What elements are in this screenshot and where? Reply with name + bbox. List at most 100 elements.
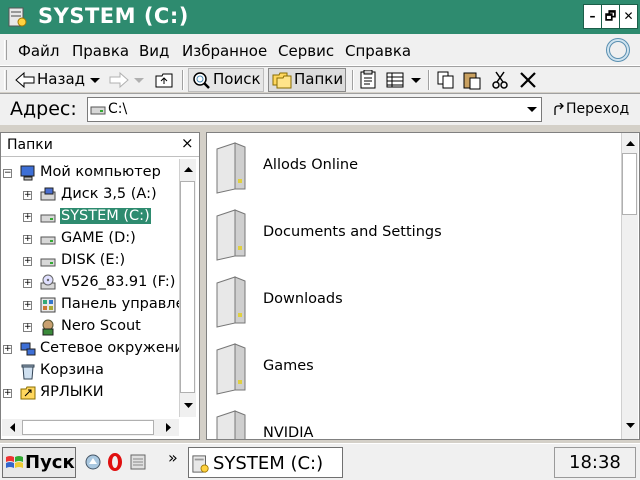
tree-expand-toggle[interactable]: + [23, 235, 32, 244]
back-arrow-icon[interactable] [14, 70, 36, 90]
file-list-vertical-scrollbar[interactable] [621, 133, 638, 439]
tree-item-recycle-bin[interactable]: Корзина [3, 361, 179, 381]
delete-icon[interactable] [518, 70, 538, 90]
scroll-down-arrow-icon[interactable] [622, 417, 639, 434]
taskbar-window-title: SYSTEM (C:) [213, 453, 324, 474]
back-dropdown-icon[interactable] [88, 70, 102, 90]
tree-item-network[interactable]: + Сетевое окружени [3, 339, 184, 359]
window-title: SYSTEM (C:) [38, 4, 189, 28]
tree-item-shortcuts[interactable]: + ЯРЛЫКИ [3, 383, 179, 403]
tree-item-floppy-a[interactable]: + Диск 3,5 (A:) [23, 185, 179, 205]
views-icon[interactable] [386, 70, 410, 90]
scroll-up-arrow-icon[interactable] [622, 135, 639, 152]
folder-item-nvidia[interactable]: NVIDIA [213, 407, 613, 439]
paste-icon[interactable] [462, 70, 482, 90]
up-folder-icon[interactable] [154, 70, 174, 90]
address-value: C:\ [108, 101, 128, 117]
tree-item-control-panel[interactable]: + Панель управле [23, 295, 185, 315]
taskbar: Пуск » SYSTEM (C:) 18:38 [0, 443, 640, 480]
file-list-pane: Allods Online Documents and Settings Dow… [206, 132, 640, 440]
windows-throbber-icon [606, 38, 630, 62]
back-button[interactable]: Назад [37, 70, 85, 88]
folders-label: Папки [294, 70, 344, 88]
tree-collapse-toggle[interactable]: − [3, 169, 12, 178]
scroll-up-arrow-icon[interactable] [180, 161, 197, 178]
menubar-grip[interactable] [4, 40, 7, 60]
menu-edit[interactable]: Правка [72, 42, 129, 60]
hard-drive-icon [40, 258, 56, 267]
toolbar-separator [182, 70, 184, 90]
tree-item-label: Диск 3,5 (A:) [61, 186, 157, 202]
menu-view[interactable]: Вид [139, 42, 169, 60]
tree-expand-toggle[interactable]: + [3, 389, 12, 398]
folder-name: NVIDIA [263, 425, 314, 439]
scrollbar-thumb[interactable] [622, 153, 637, 215]
tree-item-label: Сетевое окружени [40, 340, 184, 356]
menu-help[interactable]: Справка [345, 42, 411, 60]
tree-expand-toggle[interactable]: + [23, 301, 32, 310]
tree-item-system-c[interactable]: + SYSTEM (C:) [23, 207, 179, 227]
start-button[interactable]: Пуск [2, 447, 76, 478]
forward-dropdown-icon[interactable] [132, 70, 146, 90]
tree-item-label: V526_83.91 (F:) [61, 274, 176, 290]
restore-button[interactable]: 🗗 [601, 4, 620, 29]
address-input[interactable]: C:\ [87, 97, 542, 122]
properties-icon[interactable] [358, 70, 378, 90]
menu-file[interactable]: Файл [18, 42, 59, 60]
menu-favorites[interactable]: Избранное [182, 42, 267, 60]
standard-toolbar: Назад Поиск Папки [0, 66, 640, 92]
folders-pane-header: Папки × [1, 133, 199, 157]
menu-tools[interactable]: Сервис [278, 42, 334, 60]
floppy-drive-icon [40, 187, 56, 201]
tree-expand-toggle[interactable]: + [23, 323, 32, 332]
tree-item-nero-scout[interactable]: + Nero Scout [23, 317, 179, 337]
system-clock[interactable]: 18:38 [554, 447, 636, 478]
tree-expand-toggle[interactable]: + [23, 213, 32, 222]
scroll-down-arrow-icon[interactable] [180, 397, 197, 414]
tree-item-disk-e[interactable]: + DISK (E:) [23, 251, 179, 271]
taskbar-window-button[interactable]: SYSTEM (C:) [188, 447, 343, 478]
folders-horizontal-scrollbar[interactable] [2, 419, 179, 436]
folder-item-documents-and-settings[interactable]: Documents and Settings [213, 206, 613, 266]
tree-item-label: DISK (E:) [61, 252, 126, 268]
folder-item-downloads[interactable]: Downloads [213, 273, 613, 333]
folder-icon [216, 410, 246, 439]
tree-expand-toggle[interactable]: + [23, 279, 32, 288]
tree-expand-toggle[interactable]: + [23, 257, 32, 266]
tree-expand-toggle[interactable]: + [3, 345, 12, 354]
tree-expand-toggle[interactable]: + [23, 191, 32, 200]
quicklaunch-show-desktop-icon[interactable] [84, 453, 102, 471]
folders-pane-close-button[interactable]: × [181, 134, 194, 152]
search-button[interactable]: Поиск [188, 68, 264, 92]
scrollbar-thumb[interactable] [22, 420, 154, 435]
title-bar[interactable]: SYSTEM (C:) – 🗗 ✕ [0, 0, 640, 34]
quicklaunch-app-icon[interactable] [130, 454, 146, 470]
minimize-button[interactable]: – [583, 4, 602, 29]
control-panel-icon [40, 297, 56, 313]
my-computer-icon [20, 165, 35, 181]
tree-item-cd-f[interactable]: + V526_83.91 (F:) [23, 273, 179, 293]
go-button[interactable]: Переход [566, 101, 629, 117]
cut-icon[interactable] [490, 70, 510, 90]
folders-button[interactable]: Папки [268, 68, 346, 92]
close-button[interactable]: ✕ [619, 4, 638, 29]
folders-vertical-scrollbar[interactable] [179, 159, 196, 417]
folder-name: Documents and Settings [263, 224, 442, 240]
toolbar-grip[interactable] [4, 70, 7, 90]
scroll-right-arrow-icon[interactable] [160, 419, 177, 436]
go-arrow-icon[interactable] [552, 103, 566, 117]
copy-to-icon[interactable] [436, 70, 456, 90]
tree-item-label-selected: SYSTEM (C:) [60, 208, 151, 224]
scrollbar-thumb[interactable] [180, 181, 195, 393]
scroll-left-arrow-icon[interactable] [4, 419, 21, 436]
tree-item-game-d[interactable]: + GAME (D:) [23, 229, 179, 249]
opera-icon[interactable] [106, 452, 124, 472]
folder-item-games[interactable]: Games [213, 340, 613, 400]
forward-arrow-icon[interactable] [108, 70, 130, 90]
folder-item-allods-online[interactable]: Allods Online [213, 139, 613, 199]
tree-item-my-computer[interactable]: − Мой компьютер [3, 163, 179, 183]
quicklaunch-more-chevron[interactable]: » [168, 448, 178, 467]
menu-bar: Файл Правка Вид Избранное Сервис Справка [0, 34, 640, 66]
address-dropdown-icon[interactable] [525, 101, 539, 118]
views-dropdown-icon[interactable] [410, 70, 422, 90]
